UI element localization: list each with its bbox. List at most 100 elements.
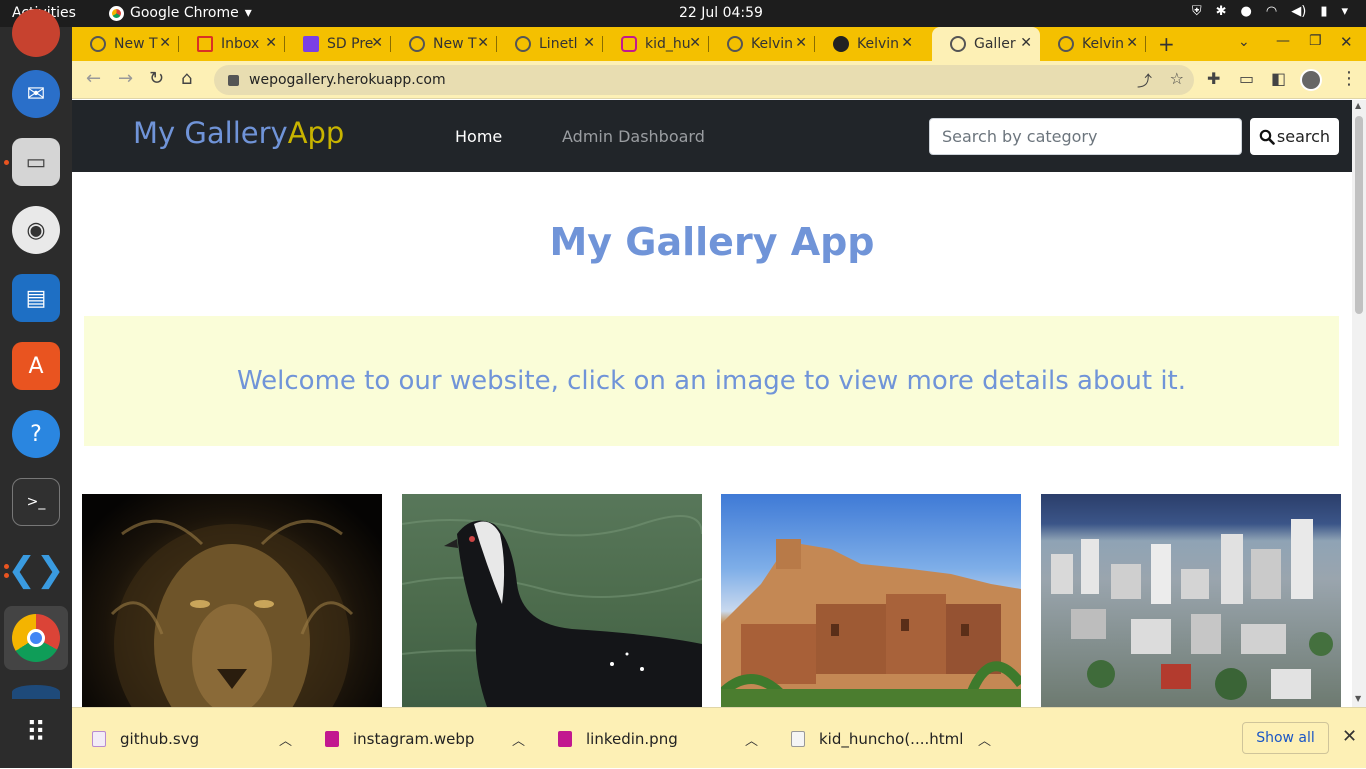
gallery-image-kasbah[interactable] [721, 494, 1021, 707]
share-icon[interactable]: ⤴ [1137, 70, 1152, 91]
new-tab-plus-icon[interactable]: + [1158, 32, 1175, 56]
restore-icon[interactable]: ❐ [1309, 33, 1322, 49]
chrome-dock-icon[interactable] [12, 614, 60, 662]
show-apps-icon[interactable]: ⠿ [12, 708, 60, 756]
close-icon[interactable]: ✕ [477, 35, 489, 51]
nav-home-link[interactable]: Home [455, 127, 502, 146]
download-item[interactable]: kid_huncho(....html ︿ [791, 708, 1007, 769]
chevron-up-icon[interactable]: ︿ [279, 730, 292, 749]
rhythmbox-icon[interactable]: ◉ [12, 206, 60, 254]
download-item[interactable]: linkedin.png ︿ [558, 708, 774, 769]
home-icon[interactable]: ⌂ [181, 70, 192, 88]
page-title: My Gallery App [549, 220, 875, 264]
tab-kelvin-2[interactable]: Kelvin ✕ [815, 27, 921, 61]
brand-part2: App [287, 116, 345, 150]
nav-admin-link[interactable]: Admin Dashboard [562, 127, 705, 146]
close-icon[interactable]: ✕ [901, 35, 913, 51]
tab-sd-pre[interactable]: SD Pre ✕ [285, 27, 391, 61]
download-filename: kid_huncho(....html [819, 729, 964, 748]
page-scrollbar[interactable]: ▲ ▼ [1352, 100, 1366, 707]
app-menu[interactable]: Google Chrome ▾ [109, 5, 252, 21]
site-brand[interactable]: My GalleryApp [133, 116, 344, 150]
bookmark-star-icon[interactable]: ☆ [1170, 69, 1184, 88]
tab-label: New T [433, 36, 477, 52]
back-icon[interactable]: ← [86, 70, 101, 88]
scroll-up-icon[interactable]: ▲ [1355, 101, 1361, 110]
system-tray[interactable]: ⛨ ✱ ● ◠ ◀) ▮ ▾ [1192, 4, 1348, 19]
app-menu-label: Google Chrome [130, 5, 239, 21]
tab-label: Kelvin [751, 36, 794, 52]
forward-icon[interactable]: → [118, 70, 133, 88]
clock[interactable]: 22 Jul 04:59 [679, 5, 763, 21]
download-item[interactable]: github.svg ︿ [92, 708, 308, 769]
gallery-image-lion[interactable] [82, 494, 382, 707]
vscode-icon[interactable]: ❮❯ [8, 546, 65, 594]
tab-label: SD Pre [327, 36, 374, 52]
help-icon[interactable]: ? [12, 410, 60, 458]
reload-icon[interactable]: ↻ [149, 70, 164, 88]
close-icon[interactable]: ✕ [583, 35, 595, 51]
scroll-down-icon[interactable]: ▼ [1355, 694, 1361, 703]
tab-gallery[interactable]: Galler ✕ [932, 27, 1040, 61]
close-icon[interactable]: ✕ [1020, 35, 1032, 51]
close-icon[interactable]: ✕ [689, 35, 701, 51]
site-navbar: My GalleryApp Home Admin Dashboard searc… [72, 100, 1352, 172]
lion-photo [110, 519, 354, 707]
tab-new-tab-2[interactable]: New T ✕ [391, 27, 497, 61]
kasbah-photo [721, 539, 1021, 707]
software-center-icon[interactable]: A [12, 342, 60, 390]
tab-new-tab-1[interactable]: New T ✕ [72, 27, 179, 61]
extensions-icon[interactable]: ✚ [1207, 70, 1220, 88]
download-filename: instagram.webp [353, 729, 475, 748]
tab-label: New T [114, 36, 158, 52]
tab-kelvin-3[interactable]: Kelvin ✕ [1040, 27, 1146, 61]
gallery-image-city[interactable] [1041, 494, 1341, 707]
shield-icon: ⛨ [1191, 4, 1202, 19]
instagram-icon [621, 36, 637, 52]
tab-linetl[interactable]: Linetl ✕ [497, 27, 603, 61]
show-all-button[interactable]: Show all [1242, 722, 1329, 754]
close-icon[interactable]: ✕ [159, 35, 171, 51]
globe-icon [1058, 36, 1074, 52]
address-bar[interactable]: wepogallery.herokuapp.com ⤴ ☆ [214, 65, 1194, 95]
image-file-icon [558, 730, 572, 747]
dock-app-partial-icon[interactable] [12, 9, 60, 57]
tab-kid-huncho[interactable]: kid_hu ✕ [603, 27, 709, 61]
tab-label: Kelvin [857, 36, 900, 52]
window-close-icon[interactable]: ✕ [1340, 33, 1353, 51]
search-input[interactable] [929, 118, 1242, 155]
side-panel-icon[interactable]: ◧ [1271, 70, 1286, 88]
minimize-icon[interactable]: — [1276, 33, 1290, 49]
close-icon[interactable]: ✕ [1126, 35, 1138, 51]
chevron-up-icon[interactable]: ︿ [512, 730, 525, 749]
dock-app-partial-icon[interactable] [12, 685, 60, 699]
tab-inbox[interactable]: Inbox ✕ [179, 27, 285, 61]
thunderbird-icon[interactable]: ✉ [12, 70, 60, 118]
profile-avatar[interactable] [1300, 69, 1322, 91]
tab-search-chevron-icon[interactable]: ⌄ [1238, 34, 1250, 50]
tab-kelvin-1[interactable]: Kelvin ✕ [709, 27, 815, 61]
close-icon[interactable]: ✕ [265, 35, 277, 51]
notification-icon: ● [1240, 4, 1252, 19]
chevron-up-icon[interactable]: ︿ [745, 730, 758, 749]
wifi-icon: ◠ [1265, 4, 1278, 19]
search-button-label: search [1276, 127, 1331, 146]
files-icon[interactable]: ▭ [12, 138, 60, 186]
bluetooth-icon: ✱ [1215, 4, 1227, 19]
gallery-image-penguin[interactable] [402, 494, 702, 707]
writer-icon[interactable]: ▤ [12, 274, 60, 322]
close-icon[interactable]: ✕ [371, 35, 383, 51]
search-button[interactable]: search [1250, 118, 1339, 155]
document-icon [303, 36, 319, 52]
download-item[interactable]: instagram.webp ︿ [325, 708, 541, 769]
cast-icon[interactable]: ▭ [1239, 70, 1254, 88]
close-icon[interactable]: ✕ [795, 35, 807, 51]
url-text: wepogallery.herokuapp.com [249, 72, 446, 88]
terminal-icon[interactable]: >_ [12, 478, 60, 526]
menu-kebab-icon[interactable]: ⋮ [1340, 70, 1358, 88]
chevron-up-icon[interactable]: ︿ [978, 730, 991, 749]
scrollbar-thumb[interactable] [1355, 116, 1363, 314]
close-icon[interactable]: ✕ [1342, 726, 1357, 747]
image-file-icon [325, 730, 339, 747]
penguin-photo [402, 515, 702, 707]
